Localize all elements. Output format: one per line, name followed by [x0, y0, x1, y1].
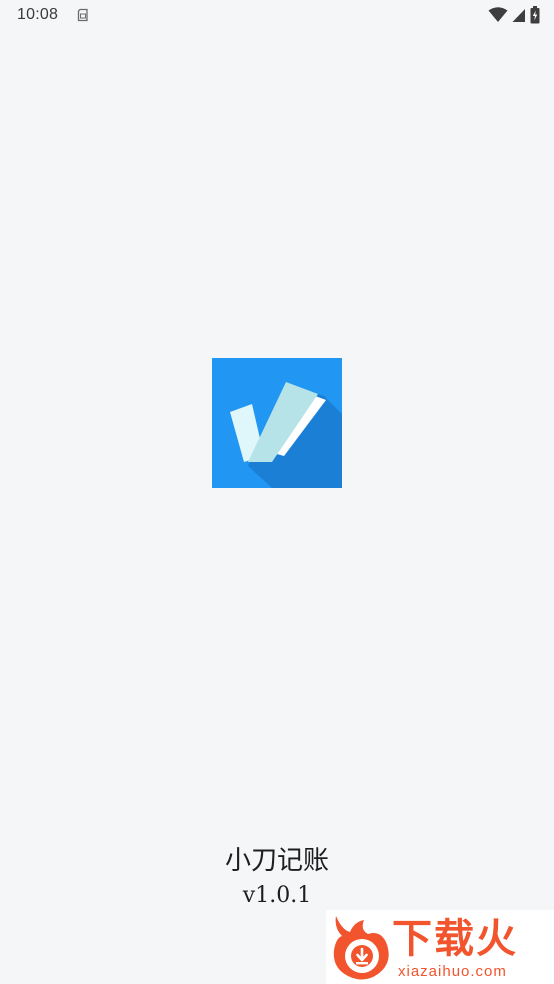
checkmark-app-icon — [212, 358, 342, 488]
flame-download-icon — [333, 916, 389, 980]
app-name: 小刀记账 — [224, 846, 329, 876]
watermark-title: 下载火 — [392, 916, 518, 962]
status-bar: 10:08 — [0, 0, 554, 30]
app-version: v1.0.1 — [242, 883, 312, 908]
status-time: 10:08 — [17, 6, 59, 23]
wifi-icon — [488, 7, 508, 22]
splash-screen: 10:08 小刀记账 v1.0.1 下载火 xiazaihuo.com — [0, 0, 554, 984]
status-icons — [488, 5, 540, 25]
battery-charging-icon — [530, 6, 540, 24]
cell-signal-icon — [512, 8, 525, 22]
watermark-url: xiazaihuo.com — [398, 963, 507, 980]
watermark: 下载火 xiazaihuo.com — [326, 910, 554, 984]
sim-card-icon — [77, 8, 88, 22]
